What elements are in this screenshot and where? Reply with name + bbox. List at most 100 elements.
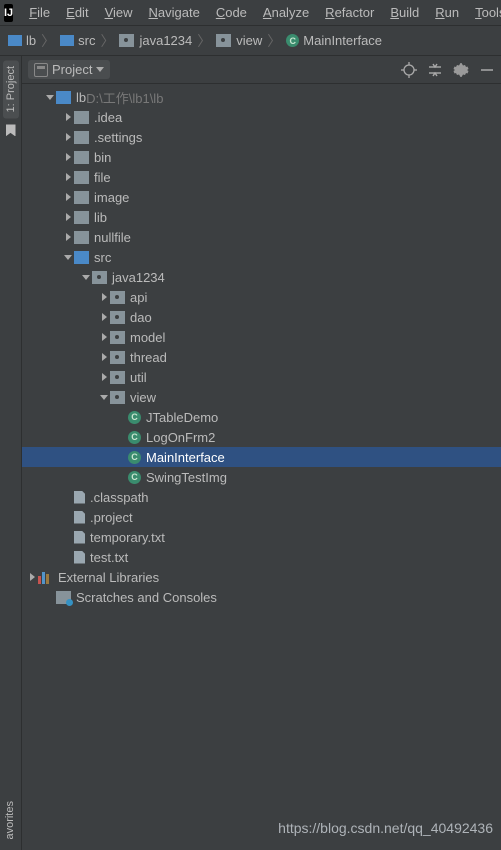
tree-arrow-icon[interactable] (98, 373, 110, 381)
tree-arrow-icon[interactable] (62, 113, 74, 121)
tree-item-path: D:\工作\lb1\lb (86, 88, 163, 107)
class-icon: C (128, 451, 141, 464)
pkg-icon (110, 311, 125, 324)
menu-tools[interactable]: Tools (467, 3, 501, 22)
menu-build[interactable]: Build (382, 3, 427, 22)
project-view-selector[interactable]: Project (28, 60, 110, 79)
tree-arrow-icon[interactable] (62, 133, 74, 141)
tree-item-file[interactable]: file (22, 167, 501, 187)
breadcrumb-lb[interactable]: lb (6, 33, 38, 48)
tree-arrow-icon[interactable] (98, 293, 110, 301)
tree-item-view[interactable]: view (22, 387, 501, 407)
locate-icon[interactable] (401, 62, 417, 78)
menu-refactor[interactable]: Refactor (317, 3, 382, 22)
tree-item-bin[interactable]: bin (22, 147, 501, 167)
tree-arrow-icon[interactable] (62, 153, 74, 161)
folder-icon (74, 211, 89, 224)
minimize-icon[interactable] (479, 62, 495, 78)
menu-edit[interactable]: Edit (58, 3, 96, 22)
tree-item-java1234[interactable]: java1234 (22, 267, 501, 287)
chevron-down-icon (96, 67, 104, 72)
tree-item-label: SwingTestImg (146, 470, 227, 485)
tree-item-external-libraries[interactable]: External Libraries (22, 567, 501, 587)
tree-item-dao[interactable]: dao (22, 307, 501, 327)
tree-arrow-icon[interactable] (62, 233, 74, 241)
breadcrumb-separator: 〉 (97, 31, 117, 51)
tree-arrow-icon[interactable] (98, 353, 110, 361)
scratch-icon (56, 591, 71, 604)
breadcrumb-bar: lb〉src〉java1234〉view〉CMainInterface (0, 26, 501, 56)
tree-item-test-txt[interactable]: test.txt (22, 547, 501, 567)
library-icon (38, 571, 53, 584)
tree-item-lb[interactable]: lb D:\工作\lb1\lb (22, 87, 501, 107)
tree-arrow-icon[interactable] (44, 95, 56, 100)
tree-item-label: .idea (94, 110, 122, 125)
tree-arrow-icon[interactable] (62, 255, 74, 260)
breadcrumb-label: MainInterface (303, 33, 382, 48)
tree-item--idea[interactable]: .idea (22, 107, 501, 127)
tree-item-logonfrm2[interactable]: CLogOnFrm2 (22, 427, 501, 447)
bookmark-icon[interactable] (6, 124, 16, 136)
class-icon: C (286, 34, 299, 47)
project-panel: Project lb D:\工作\lb1\lb .idea .settingsbin… (22, 56, 501, 850)
favorites-tool-tab[interactable]: avorites (2, 795, 18, 846)
tree-arrow-icon[interactable] (62, 213, 74, 221)
menu-file[interactable]: File (21, 3, 58, 22)
pkg-icon (110, 371, 125, 384)
tree-item-nullfile[interactable]: nullfile (22, 227, 501, 247)
breadcrumb-view[interactable]: view (214, 33, 264, 48)
project-tree[interactable]: lb D:\工作\lb1\lb .idea .settingsbinfileimag… (22, 84, 501, 850)
tree-item-label: model (130, 330, 165, 345)
folder-icon (74, 131, 89, 144)
breadcrumb-java1234[interactable]: java1234 (117, 33, 194, 48)
tree-item-temporary-txt[interactable]: temporary.txt (22, 527, 501, 547)
tree-item-swingtestimg[interactable]: C SwingTestImg (22, 467, 501, 487)
breadcrumb-separator: 〉 (38, 31, 58, 51)
breadcrumb-maininterface[interactable]: C MainInterface (284, 33, 384, 48)
tree-item-src[interactable]: src (22, 247, 501, 267)
tree-item-label: temporary.txt (90, 530, 165, 545)
tree-arrow-icon[interactable] (62, 173, 74, 181)
menu-view[interactable]: View (97, 3, 141, 22)
package-icon (119, 34, 134, 47)
tree-item-model[interactable]: model (22, 327, 501, 347)
tree-arrow-icon[interactable] (62, 193, 74, 201)
tree-item--project[interactable]: .project (22, 507, 501, 527)
tree-item-jtabledemo[interactable]: CJTableDemo (22, 407, 501, 427)
folder-blue-icon (74, 251, 89, 264)
tree-item-api[interactable]: api (22, 287, 501, 307)
app-icon: IJ (4, 4, 13, 22)
tree-item--classpath[interactable]: .classpath (22, 487, 501, 507)
tree-item-label: lib (94, 210, 107, 225)
breadcrumb-src[interactable]: src (58, 33, 97, 48)
gear-icon[interactable] (453, 62, 469, 78)
tree-item-scratches-and-consoles[interactable]: Scratches and Consoles (22, 587, 501, 607)
menu-navigate[interactable]: Navigate (141, 3, 208, 22)
tree-arrow-icon[interactable] (98, 313, 110, 321)
tree-arrow-icon[interactable] (98, 395, 110, 400)
project-view-label: Project (52, 62, 92, 77)
tree-item-util[interactable]: util (22, 367, 501, 387)
menu-code[interactable]: Code (208, 3, 255, 22)
tree-item-image[interactable]: image (22, 187, 501, 207)
tree-item--settings[interactable]: .settings (22, 127, 501, 147)
menu-run[interactable]: Run (427, 3, 467, 22)
breadcrumb-label: java1234 (139, 33, 192, 48)
tree-arrow-icon[interactable] (26, 573, 38, 581)
tree-arrow-icon[interactable] (80, 275, 92, 280)
class-icon: C (128, 431, 141, 444)
project-tool-tab[interactable]: 1: Project (3, 60, 19, 118)
collapse-icon[interactable] (427, 62, 443, 78)
project-icon (34, 63, 48, 77)
tree-arrow-icon[interactable] (98, 333, 110, 341)
class-icon: C (128, 471, 141, 484)
tree-item-lib[interactable]: lib (22, 207, 501, 227)
tree-item-thread[interactable]: thread (22, 347, 501, 367)
tree-item-maininterface[interactable]: CMainInterface (22, 447, 501, 467)
breadcrumb-separator: 〉 (264, 31, 284, 51)
folder-icon (74, 111, 89, 124)
pkg-icon (110, 291, 125, 304)
menu-analyze[interactable]: Analyze (255, 3, 317, 22)
folder-icon (74, 231, 89, 244)
tree-item-label: JTableDemo (146, 410, 218, 425)
